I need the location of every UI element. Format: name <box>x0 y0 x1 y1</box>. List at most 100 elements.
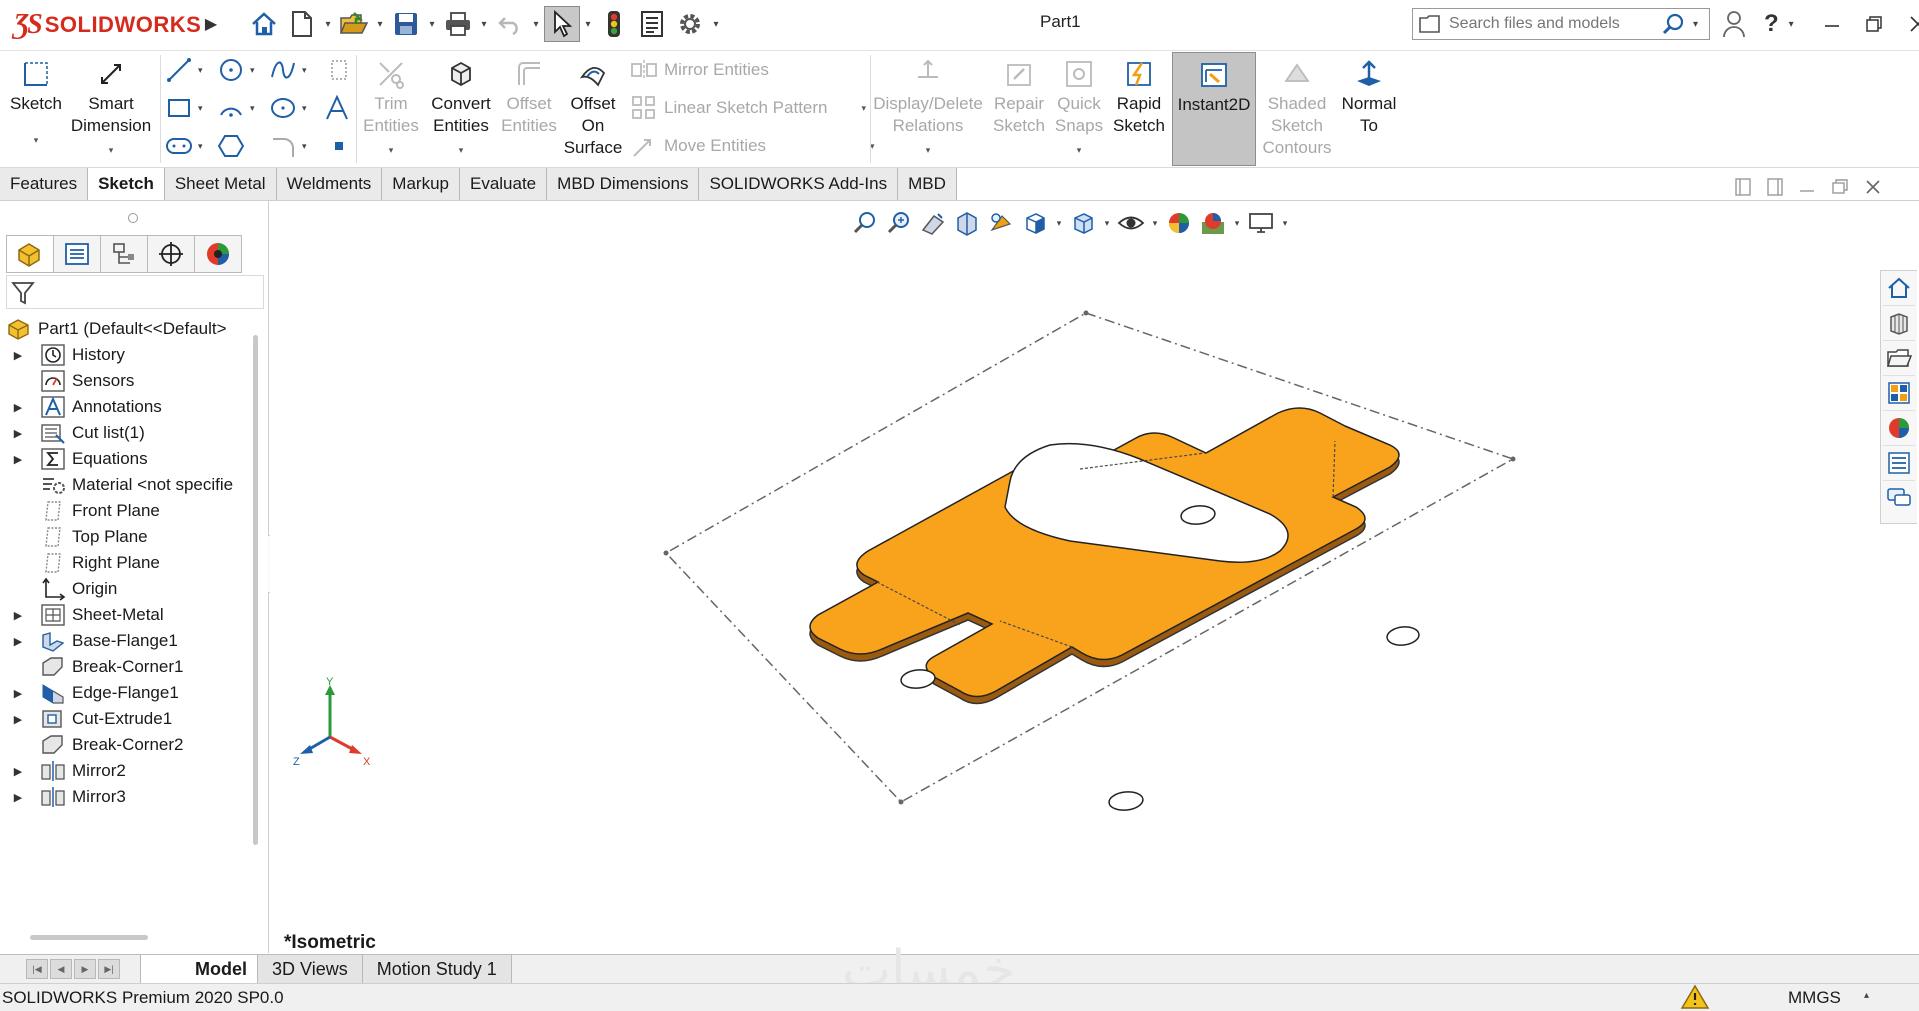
line-dropdown-icon[interactable]: ▾ <box>198 65 203 76</box>
tab-sketch[interactable]: Sketch <box>88 168 165 200</box>
instant2d-button[interactable]: Instant2D <box>1172 52 1256 166</box>
first-tab-arrow-icon[interactable]: |◀ <box>26 959 48 979</box>
edit-appearance-icon[interactable] <box>1164 208 1194 238</box>
smart-dimension-button[interactable]: Smart Dimension ▾ <box>68 57 154 161</box>
apply-scene-icon[interactable] <box>1198 208 1228 238</box>
forum-chat-icon[interactable] <box>1883 481 1915 515</box>
point-grid-tool-icon[interactable] <box>324 55 354 85</box>
expand-arrow-icon[interactable]: ▶ <box>10 635 26 648</box>
doc-close-icon[interactable] <box>1864 177 1882 197</box>
repair-sketch-button[interactable]: Repair Sketch <box>988 57 1050 137</box>
expand-arrow-icon[interactable]: ▶ <box>10 427 26 440</box>
tab-evaluate[interactable]: Evaluate <box>459 168 548 200</box>
file-properties-icon[interactable] <box>634 6 670 42</box>
restore-icon[interactable] <box>1864 14 1884 34</box>
tree-horizontal-scrollbar[interactable] <box>30 935 148 940</box>
save-dropdown-icon[interactable]: ▾ <box>426 6 438 42</box>
doc-restore-icon[interactable] <box>1830 177 1850 197</box>
panel-pin-icon[interactable] <box>128 213 138 223</box>
expand-arrow-icon[interactable]: ▶ <box>10 765 26 778</box>
design-library-icon[interactable] <box>1883 306 1915 341</box>
quick-snaps-dropdown-icon[interactable]: ▾ <box>1077 139 1082 161</box>
expand-arrow-icon[interactable]: ▶ <box>10 453 26 466</box>
tab-features[interactable]: Features <box>0 168 89 200</box>
select-pointer-icon[interactable] <box>544 6 580 42</box>
units-system-label[interactable]: MMGS <box>1788 988 1841 1008</box>
display-delete-relations-button[interactable]: Display/Delete Relations ▾ <box>872 57 984 161</box>
rectangle-tool-icon[interactable] <box>164 93 194 123</box>
options-gear-icon[interactable] <box>672 6 708 42</box>
tab-3d-views[interactable]: 3D Views <box>257 955 363 983</box>
tab-model[interactable]: Model <box>140 955 258 983</box>
user-account-icon[interactable] <box>1722 9 1746 39</box>
line-tool-icon[interactable] <box>164 55 194 85</box>
arc-dropdown-icon[interactable]: ▾ <box>250 103 255 114</box>
last-tab-arrow-icon[interactable]: ▶| <box>98 959 120 979</box>
shaded-sketch-contours-button[interactable]: Shaded Sketch Contours <box>1258 57 1336 159</box>
dimxpert-manager-tab-icon[interactable] <box>147 235 195 273</box>
view-settings-monitor-icon[interactable] <box>1246 208 1276 238</box>
display-style-icon[interactable] <box>1068 208 1098 238</box>
feature-manager-tab-icon[interactable] <box>6 235 54 273</box>
print-dropdown-icon[interactable]: ▾ <box>478 6 490 42</box>
fillet-tool-icon[interactable] <box>268 131 298 161</box>
file-explorer-folder-icon[interactable] <box>1883 341 1915 376</box>
solidworks-resources-home-icon[interactable] <box>1883 271 1915 306</box>
mirror-entities-button[interactable]: Mirror Entities <box>630 55 769 85</box>
plane-tool-icon[interactable] <box>324 131 354 161</box>
close-icon[interactable] <box>1908 14 1919 34</box>
offset-entities-button[interactable]: Offset Entities <box>500 57 558 137</box>
view-settings-dropdown-icon[interactable]: ▾ <box>1280 218 1290 229</box>
hide-show-dropdown-icon[interactable]: ▾ <box>1150 218 1160 229</box>
tab-mbd-dimensions[interactable]: MBD Dimensions <box>547 168 700 200</box>
help-icon[interactable]: ? <box>1764 10 1779 38</box>
tile-right-icon[interactable] <box>1766 177 1784 197</box>
circle-tool-icon[interactable] <box>216 55 246 85</box>
display-manager-tab-icon[interactable] <box>194 235 242 273</box>
tab-markup[interactable]: Markup <box>382 168 460 200</box>
text-tool-icon[interactable] <box>322 93 352 123</box>
previous-view-icon[interactable] <box>918 208 948 238</box>
expand-arrow-icon[interactable]: ▶ <box>10 609 26 622</box>
units-dropdown-icon[interactable]: ▴ <box>1864 990 1869 1001</box>
display-style-dropdown-icon[interactable]: ▾ <box>1102 218 1112 229</box>
solidworks-logo[interactable]: ƷS SOLIDWORKS <box>14 8 201 42</box>
tab-motion-study[interactable]: Motion Study 1 <box>361 955 512 983</box>
move-entities-button[interactable]: Move Entities ▾ <box>630 131 875 161</box>
expand-arrow-icon[interactable]: ▶ <box>10 687 26 700</box>
apply-scene-dropdown-icon[interactable]: ▾ <box>1232 218 1242 229</box>
tab-weldments[interactable]: Weldments <box>276 168 383 200</box>
convert-entities-button[interactable]: Convert Entities ▾ <box>424 57 498 161</box>
prev-tab-arrow-icon[interactable]: ◀ <box>50 959 72 979</box>
smart-dimension-dropdown-icon[interactable]: ▾ <box>109 139 114 161</box>
search-icon[interactable] <box>1661 11 1687 37</box>
offset-on-surface-button[interactable]: Offset On Surface <box>558 57 628 159</box>
sketch-button[interactable]: Sketch ▾ <box>8 57 64 151</box>
appearances-scenes-icon[interactable] <box>1883 411 1915 446</box>
spline-tool-icon[interactable] <box>268 55 298 85</box>
view-orientation-icon[interactable] <box>1020 208 1050 238</box>
zoom-to-fit-icon[interactable] <box>850 208 880 238</box>
rebuild-traffic-light-icon[interactable] <box>596 6 632 42</box>
circle-dropdown-icon[interactable]: ▾ <box>250 65 255 76</box>
quick-snaps-button[interactable]: Quick Snaps ▾ <box>1052 57 1106 161</box>
home-icon[interactable] <box>246 6 282 42</box>
new-dropdown-icon[interactable]: ▾ <box>322 6 334 42</box>
select-dropdown-icon[interactable]: ▾ <box>582 6 594 42</box>
tab-mbd[interactable]: MBD <box>898 168 957 200</box>
doc-minimize-icon[interactable] <box>1798 177 1816 197</box>
slot-tool-icon[interactable] <box>164 131 194 161</box>
rectangle-dropdown-icon[interactable]: ▾ <box>198 103 203 114</box>
trim-dropdown-icon[interactable]: ▾ <box>389 139 394 161</box>
minimize-icon[interactable] <box>1822 14 1842 34</box>
linear-sketch-pattern-button[interactable]: Linear Sketch Pattern ▾ <box>630 93 866 123</box>
tree-item-mirror3[interactable]: ▶ Mirror3 <box>0 782 126 812</box>
options-dropdown-icon[interactable]: ▾ <box>710 6 722 42</box>
expand-arrow-icon[interactable]: ▶ <box>10 349 26 362</box>
expand-arrow-icon[interactable]: ▶ <box>10 401 26 414</box>
new-document-icon[interactable] <box>284 6 320 42</box>
view-orientation-dropdown-icon[interactable]: ▾ <box>1054 218 1064 229</box>
property-manager-tab-icon[interactable] <box>53 235 101 273</box>
dynamic-annotation-icon[interactable] <box>986 208 1016 238</box>
graphics-area[interactable]: Y X Z <box>270 201 1919 953</box>
